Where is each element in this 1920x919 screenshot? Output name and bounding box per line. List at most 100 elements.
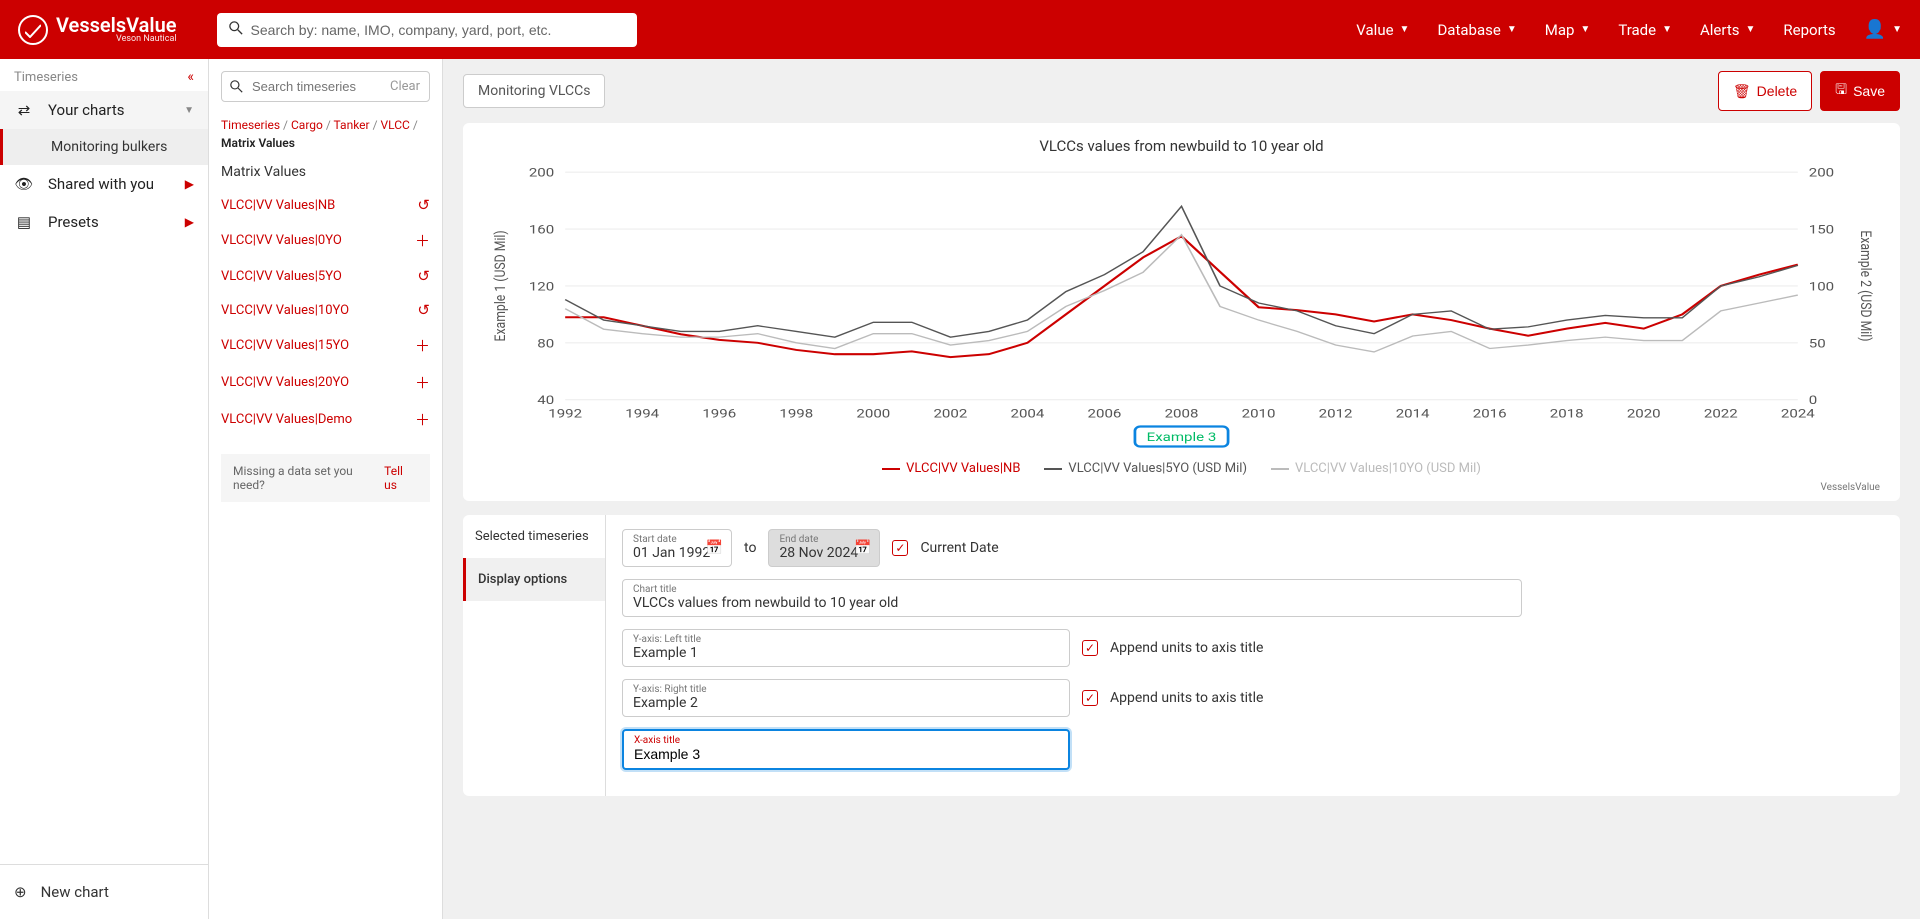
legend-swatch <box>882 468 900 470</box>
svg-text:1996: 1996 <box>702 407 736 421</box>
plus-icon[interactable]: ＋ <box>415 409 430 430</box>
timeseries-item[interactable]: VLCC|VV Values|Demo＋ <box>209 401 442 438</box>
current-date-checkbox[interactable]: ✓ <box>892 540 908 556</box>
svg-text:160: 160 <box>529 223 554 237</box>
svg-text:2000: 2000 <box>856 407 890 421</box>
y-right-title-field[interactable]: Y-axis: Right title Example 2 <box>622 679 1070 717</box>
timeseries-item[interactable]: VLCC|VV Values|5YO ↺ <box>209 259 442 293</box>
sidebar-item-your-charts[interactable]: ⇄Your charts ▼ <box>0 91 208 129</box>
sidebar-label: Your charts <box>48 101 125 119</box>
undo-icon[interactable]: ↺ <box>417 196 430 214</box>
legend-item[interactable]: VLCC|VV Values|10YO (USD Mil) <box>1271 461 1481 476</box>
chevron-down-icon: ▼ <box>1745 24 1755 35</box>
timeseries-label: VLCC|VV Values|NB <box>221 198 335 213</box>
sidebar-item-presets[interactable]: ▤ Presets ▶ <box>0 203 208 241</box>
nav-map[interactable]: Map▼ <box>1545 21 1591 39</box>
plus-icon[interactable]: ＋ <box>415 372 430 393</box>
svg-text:2020: 2020 <box>1627 407 1661 421</box>
save-icon: 🖫 <box>1835 79 1847 103</box>
chart-name-input[interactable]: Monitoring VLCCs <box>463 74 605 108</box>
svg-text:50: 50 <box>1809 337 1826 351</box>
svg-text:2022: 2022 <box>1704 407 1738 421</box>
plus-icon[interactable]: ＋ <box>415 230 430 251</box>
calendar-icon: 📅 <box>706 540 723 556</box>
plus-icon[interactable]: ＋ <box>415 335 430 356</box>
svg-text:Example 3: Example 3 <box>1147 430 1217 444</box>
new-chart-button[interactable]: ⊕ New chart <box>0 864 208 919</box>
timeseries-label: VLCC|VV Values|0YO <box>221 233 342 248</box>
breadcrumb-link[interactable]: Tanker <box>334 118 370 132</box>
sidebar-item-shared[interactable]: 👁 Shared with you ▶ <box>0 165 208 203</box>
tab-display-options[interactable]: Display options <box>463 558 605 601</box>
timeseries-item[interactable]: VLCC|VV Values|NB ↺ <box>209 188 442 222</box>
breadcrumb-link[interactable]: VLCC <box>381 118 410 132</box>
save-button[interactable]: 🖫Save <box>1820 71 1900 111</box>
user-menu[interactable]: 👤▼ <box>1864 19 1902 40</box>
sidebar-label: Shared with you <box>48 175 154 193</box>
legend-item[interactable]: VLCC|VV Values|5YO (USD Mil) <box>1044 461 1247 476</box>
timeseries-sidebar: Clear Timeseries / Cargo / Tanker / VLCC… <box>209 59 443 919</box>
calendar-icon: 📅 <box>854 540 871 556</box>
y-left-title-field[interactable]: Y-axis: Left title Example 1 <box>622 629 1070 667</box>
svg-text:1992: 1992 <box>548 407 582 421</box>
undo-icon[interactable]: ↺ <box>417 301 430 319</box>
undo-icon[interactable]: ↺ <box>417 267 430 285</box>
current-date-label: Current Date <box>920 540 998 556</box>
timeseries-item[interactable]: VLCC|VV Values|15YO＋ <box>209 327 442 364</box>
timeseries-item[interactable]: VLCC|VV Values|0YO ＋ <box>209 222 442 259</box>
sidebar-sub-monitoring-bulkers[interactable]: Monitoring bulkers <box>0 129 208 165</box>
nav-value[interactable]: Value▼ <box>1356 21 1409 39</box>
search-icon <box>230 80 243 97</box>
svg-text:120: 120 <box>529 280 554 294</box>
start-date-field[interactable]: Start date 01 Jan 1992 📅 <box>622 529 732 567</box>
svg-text:2002: 2002 <box>933 407 967 421</box>
delete-button[interactable]: 🗑Delete <box>1718 71 1812 111</box>
svg-text:2016: 2016 <box>1473 407 1507 421</box>
svg-text:2004: 2004 <box>1011 407 1045 421</box>
nav-database[interactable]: Database▼ <box>1437 21 1516 39</box>
global-search[interactable] <box>217 13 637 47</box>
search-icon <box>229 21 243 39</box>
timeseries-item[interactable]: VLCC|VV Values|20YO＋ <box>209 364 442 401</box>
section-title: Matrix Values <box>209 150 442 188</box>
svg-text:2014: 2014 <box>1396 407 1430 421</box>
sidebar-heading: Timeseries <box>14 70 78 85</box>
global-search-input[interactable] <box>251 22 625 38</box>
tab-selected-timeseries[interactable]: Selected timeseries <box>463 515 605 558</box>
nav-reports[interactable]: Reports <box>1783 21 1835 39</box>
chart-plot[interactable]: 4080120160200050100150200199219941996199… <box>483 161 1880 451</box>
x-axis-title-input[interactable] <box>634 746 1058 762</box>
breadcrumb-link[interactable]: Cargo <box>291 118 323 132</box>
clear-search-button[interactable]: Clear <box>390 79 420 94</box>
svg-text:2010: 2010 <box>1242 407 1276 421</box>
nav-alerts[interactable]: Alerts▼ <box>1700 21 1755 39</box>
missing-data-callout: Missing a data set you need? Tell us <box>221 454 430 502</box>
to-label: to <box>744 540 756 556</box>
tell-us-link[interactable]: Tell us <box>384 464 418 492</box>
eye-icon: 👁 <box>14 175 34 193</box>
svg-text:200: 200 <box>1809 166 1834 180</box>
collapse-sidebar-icon[interactable]: « <box>187 69 194 85</box>
svg-text:1994: 1994 <box>625 407 659 421</box>
svg-text:80: 80 <box>537 337 554 351</box>
svg-text:2008: 2008 <box>1165 407 1199 421</box>
append-units-right-checkbox[interactable]: ✓ <box>1082 690 1098 706</box>
chevron-down-icon: ▼ <box>1892 24 1902 35</box>
svg-text:2024: 2024 <box>1781 407 1815 421</box>
svg-text:1998: 1998 <box>779 407 813 421</box>
legend-swatch <box>1271 468 1289 470</box>
chevron-down-icon: ▼ <box>1400 24 1410 35</box>
legend-swatch <box>1044 468 1062 470</box>
list-icon: ▤ <box>14 213 34 231</box>
legend-item[interactable]: VLCC|VV Values|NB <box>882 461 1020 476</box>
brand-logo[interactable]: VesselsValue Veson Nautical <box>18 15 177 45</box>
timeseries-label: VLCC|VV Values|5YO <box>221 269 342 284</box>
nav-trade[interactable]: Trade▼ <box>1618 21 1672 39</box>
x-axis-title-field[interactable]: X-axis title <box>622 729 1070 770</box>
timeseries-item[interactable]: VLCC|VV Values|10YO↺ <box>209 293 442 327</box>
breadcrumb-link[interactable]: Timeseries <box>221 118 280 132</box>
nav-sidebar: Timeseries « ⇄Your charts ▼ Monitoring b… <box>0 59 209 919</box>
chart-title-field[interactable]: Chart title VLCCs values from newbuild t… <box>622 579 1522 617</box>
append-units-left-checkbox[interactable]: ✓ <box>1082 640 1098 656</box>
chart-attribution: VesselsValue <box>483 482 1880 493</box>
